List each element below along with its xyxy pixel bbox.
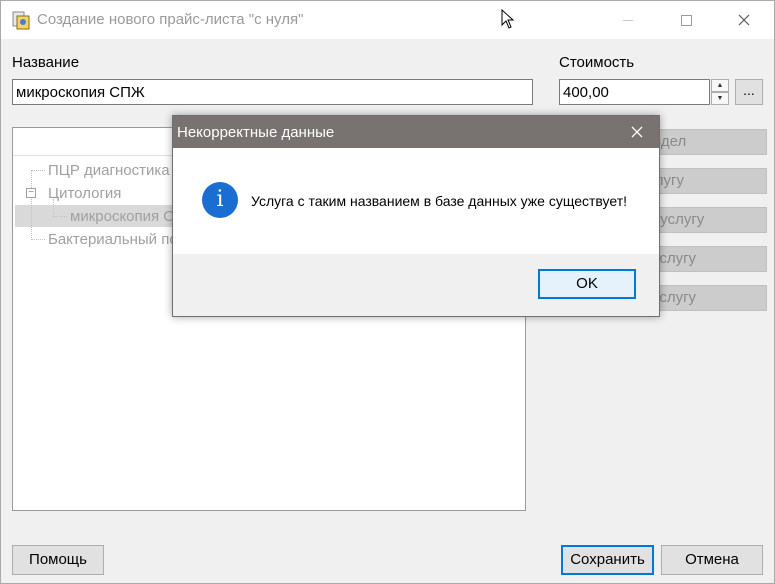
dialog-title: Некорректные данные xyxy=(177,124,335,141)
name-label: Название xyxy=(12,54,80,71)
tree-connector xyxy=(53,216,67,217)
tree-connector xyxy=(31,170,45,171)
error-dialog: Некорректные данные i Услуга с таким наз… xyxy=(172,115,660,317)
main-window: Создание нового прайс-листа "с нуля" Наз… xyxy=(0,0,775,584)
cancel-button[interactable]: Отмена xyxy=(661,545,763,575)
cost-label: Стоимость xyxy=(559,54,635,71)
mouse-cursor-icon xyxy=(501,9,515,29)
window-title: Создание нового прайс-листа "с нуля" xyxy=(37,11,304,28)
maximize-icon xyxy=(680,14,692,26)
tree-item[interactable]: микроскопия С xyxy=(70,208,174,225)
tree-connector xyxy=(31,239,45,240)
info-icon: i xyxy=(202,182,238,218)
save-button[interactable]: Сохранить xyxy=(561,545,654,575)
tree-connector xyxy=(31,170,32,240)
dialog-footer: OK xyxy=(173,254,659,316)
ok-button[interactable]: OK xyxy=(538,269,636,299)
close-icon xyxy=(738,14,750,26)
stepper-down-button[interactable]: ▼ xyxy=(711,92,729,105)
title-bar[interactable]: Создание нового прайс-листа "с нуля" xyxy=(1,1,774,39)
dialog-close-button[interactable] xyxy=(621,120,653,144)
name-input[interactable]: микроскопия СПЖ xyxy=(12,79,533,105)
dialog-body: i Услуга с таким названием в базе данных… xyxy=(173,148,659,254)
tree-item[interactable]: ПЦР диагностика xyxy=(48,162,170,179)
app-icon xyxy=(12,11,30,30)
cost-input[interactable]: 400,00 xyxy=(559,79,710,105)
stepper-up-button[interactable]: ▲ xyxy=(711,79,729,92)
dialog-title-bar[interactable]: Некорректные данные xyxy=(173,116,659,148)
close-button[interactable] xyxy=(721,1,767,39)
dialog-message: Услуга с таким названием в базе данных у… xyxy=(251,193,628,209)
minimize-icon xyxy=(623,19,633,21)
browse-button[interactable]: ... xyxy=(735,79,763,105)
minimize-button[interactable] xyxy=(605,1,651,39)
tree-item[interactable]: Бактериальный по xyxy=(48,231,178,248)
tree-collapse-icon[interactable]: − xyxy=(26,188,36,198)
maximize-button[interactable] xyxy=(663,1,709,39)
tree-item[interactable]: Цитология xyxy=(48,185,121,202)
close-icon xyxy=(631,126,643,138)
help-button[interactable]: Помощь xyxy=(12,545,104,575)
cost-stepper[interactable]: ▲ ▼ xyxy=(711,79,729,105)
